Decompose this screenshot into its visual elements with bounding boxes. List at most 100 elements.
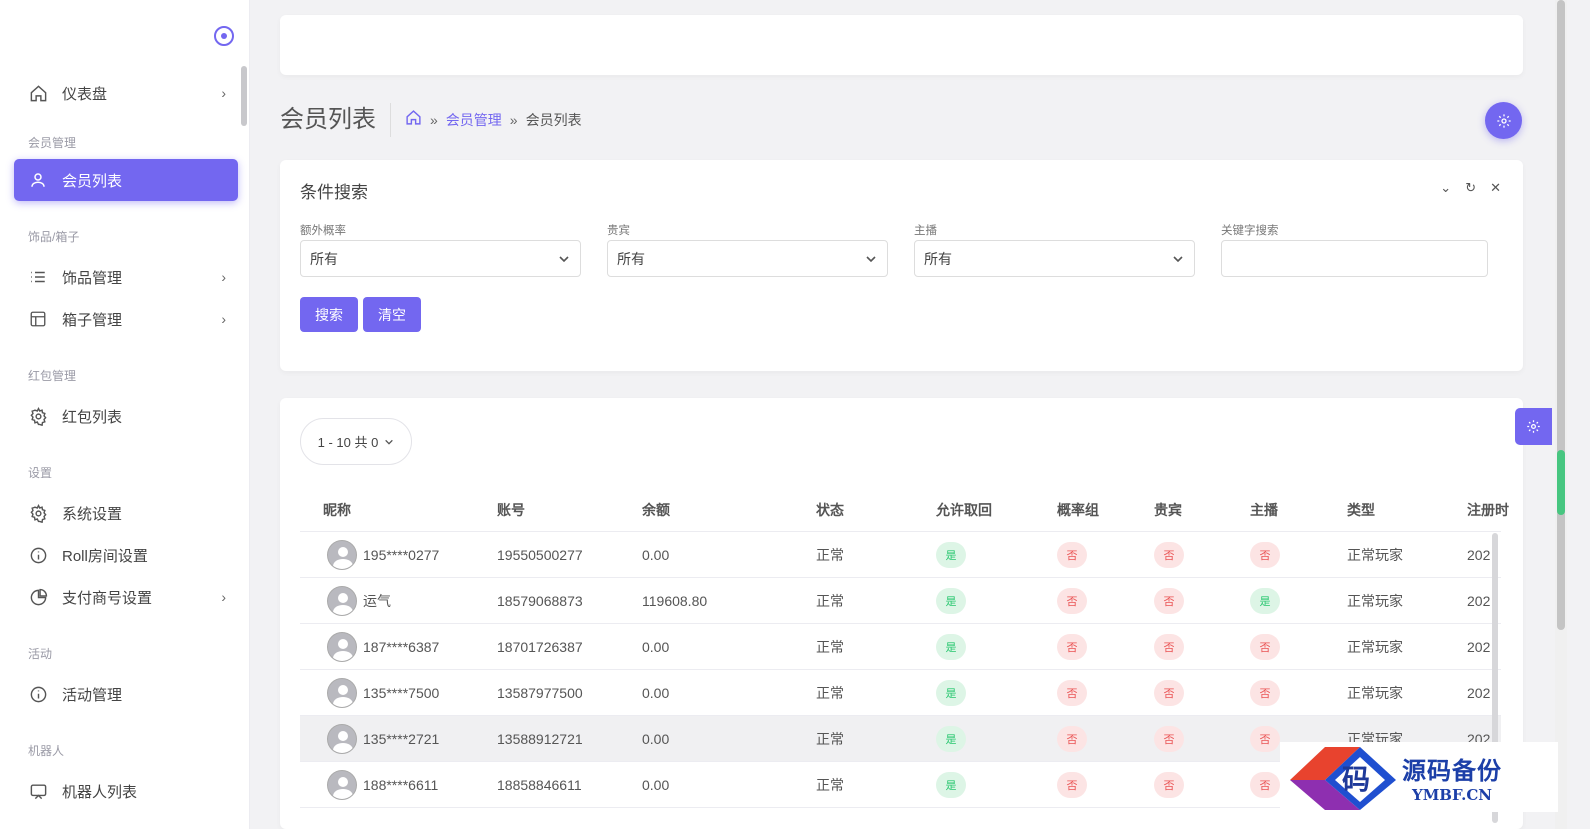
anchor-select[interactable]: 所有 [914,240,1195,277]
watermark-url: YMBF.CN [1411,785,1492,804]
logo-area [0,0,249,70]
cell-vip: 否 [1154,762,1184,807]
column-header[interactable]: 主播 [1250,488,1278,531]
cell-anchor: 否 [1250,624,1280,669]
column-header[interactable]: 状态 [816,488,844,531]
cell-nick: 188****6611 [327,762,438,807]
status-badge: 否 [1057,679,1087,706]
column-header[interactable]: 余额 [642,488,670,531]
cell-anchor: 否 [1250,716,1280,761]
table-row[interactable]: 运气 18579068873 119608.80 正常 是 否 否 是 正常玩家 202 [300,578,1501,624]
customizer-toggle-button[interactable] [1515,408,1552,445]
clear-button[interactable]: 清空 [363,297,421,332]
table-row[interactable]: 195****0277 19550500277 0.00 正常 是 否 否 否 正常玩家 202 [300,532,1501,578]
search-button[interactable]: 搜索 [300,297,358,332]
status-badge: 否 [1057,587,1087,614]
nickname: 187****6387 [363,638,440,655]
table-row[interactable]: 135****7500 13587977500 0.00 正常 是 否 否 否 正常玩家 202 [300,670,1501,716]
cell-allow: 是 [936,578,966,623]
vip-select[interactable]: 所有 [607,240,888,277]
cell-status: 正常 [816,776,844,793]
collapse-chevron-icon[interactable]: ⌄ [1440,180,1451,196]
cell-reg: 202 [1467,638,1491,655]
search-panel: 条件搜索 ⌄ ↻ ✕ 额外概率 所有 贵宾 所有 主播 所有 关键字搜索 搜索 … [280,160,1523,371]
pager-text: 1 - 10 共 0 [317,435,379,450]
sidebar-item[interactable]: 饰品管理 › [14,256,238,298]
page-scrollbar[interactable] [1555,0,1567,829]
column-header[interactable]: 账号 [497,488,525,531]
sidebar-section-label: 活动 [28,647,53,661]
cell-type: 正常玩家 [1347,592,1403,609]
cell-anchor: 否 [1250,762,1280,807]
sidebar-item-label: 支付商号设置 [62,589,153,607]
sidebar-item-label: 系统设置 [62,505,123,523]
sidebar-item[interactable]: 系统设置 [14,492,238,534]
field-label: 额外概率 [300,225,346,237]
pie-icon [28,587,48,607]
sidebar-item-label: 机器人列表 [62,783,138,801]
refresh-icon[interactable]: ↻ [1465,180,1476,196]
cell-allow: 是 [936,716,966,761]
sidebar-item[interactable]: 机器人列表 [14,770,238,812]
sidebar-nav: 仪表盘 › 会员管理 会员列表 饰品/箱子 饰品管理 › 箱子管理 › 红包管理 红包列表 设置 系统设… [14,72,238,812]
sidebar-item[interactable]: 红包列表 [14,395,238,437]
sidebar-scrollbar[interactable] [241,66,247,126]
table-row[interactable]: 187****6387 18701726387 0.00 正常 是 否 否 否 正常玩家 202 [300,624,1501,670]
filter-keyword: 关键字搜索 [1221,222,1488,277]
sidebar-section-label: 设置 [28,466,53,480]
cell-vip: 否 [1154,624,1184,669]
status-badge: 是 [936,725,966,752]
column-header[interactable]: 注册时 [1467,488,1509,531]
status-badge: 是 [1250,587,1280,614]
close-icon[interactable]: ✕ [1490,180,1501,196]
avatar [327,539,357,570]
cell-balance: 0.00 [642,776,670,793]
breadcrumb-home-icon[interactable] [405,109,422,131]
cell-balance: 0.00 [642,730,670,747]
header-settings-button[interactable] [1485,102,1522,139]
column-header[interactable]: 类型 [1347,488,1375,531]
info-icon [28,545,48,565]
extra-probability-select[interactable]: 所有 [300,240,581,277]
chevron-down-icon [385,439,394,445]
column-header[interactable]: 概率组 [1057,488,1099,531]
sidebar-item-label: Roll房间设置 [62,547,148,565]
field-label: 关键字搜索 [1221,225,1279,237]
column-header[interactable]: 贵宾 [1154,488,1182,531]
sidebar-section-label: 饰品/箱子 [28,230,80,244]
collapse-toggle-icon[interactable] [214,26,234,46]
column-header[interactable]: 昵称 [323,488,351,531]
select-value: 所有 [310,250,338,267]
sidebar-item[interactable]: 支付商号设置 › [14,576,238,618]
sidebar-item[interactable]: 活动管理 [14,673,238,715]
breadcrumb-parent-link[interactable]: 会员管理 [446,110,502,130]
sidebar-item-label: 饰品管理 [62,269,123,287]
sidebar-item-label: 活动管理 [62,686,123,704]
sidebar-item[interactable]: 会员列表 [14,159,238,201]
keyword-input[interactable] [1221,240,1488,277]
watermark-logo-icon: 码 [1280,742,1398,812]
cell-allow: 是 [936,624,966,669]
cell-balance: 119608.80 [642,592,708,609]
page-size-dropdown[interactable]: 1 - 10 共 0 [300,418,412,465]
status-badge: 是 [936,587,966,614]
page-scrollbar-thumb[interactable] [1557,0,1565,630]
panel-tools: ⌄ ↻ ✕ [1440,180,1501,196]
sidebar-item[interactable]: 箱子管理 › [14,298,238,340]
cell-allow: 是 [936,670,966,715]
sidebar-item[interactable]: Roll房间设置 [14,534,238,576]
chevron-down-icon [558,252,570,268]
avatar [327,585,357,616]
sidebar-item[interactable]: 仪表盘 › [14,72,238,114]
avatar [327,631,357,662]
filter-vip: 贵宾 所有 [607,222,888,277]
watermark-title: 源码备份 [1402,755,1502,785]
cell-allow: 是 [936,762,966,807]
cell-nick: 135****2721 [327,716,439,761]
status-badge: 否 [1250,633,1280,660]
column-header[interactable]: 允许取回 [936,488,992,531]
list-icon [28,267,48,287]
sidebar-item-label: 红包列表 [62,408,123,426]
cell-status: 正常 [816,546,844,563]
cell-prob: 否 [1057,578,1087,623]
